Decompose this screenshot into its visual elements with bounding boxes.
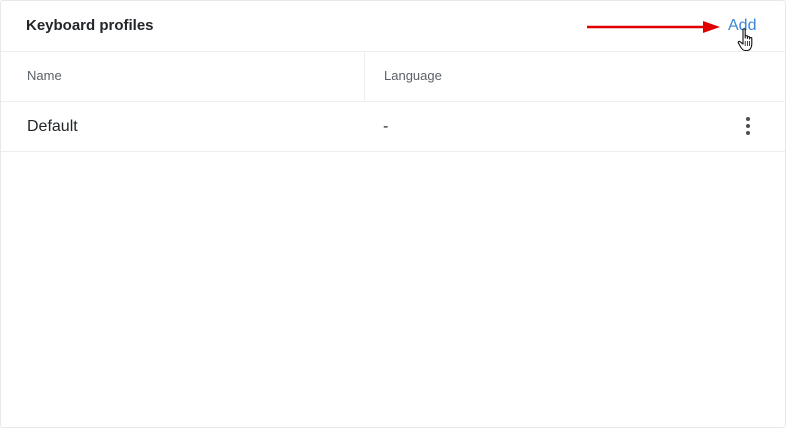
cell-name: Default	[27, 118, 78, 135]
column-header-name[interactable]: Name	[27, 68, 62, 84]
table-header: Name Language	[1, 52, 785, 102]
table-row[interactable]: Default -	[1, 102, 785, 152]
panel-title: Keyboard profiles	[26, 17, 154, 34]
red-arrow-icon	[587, 21, 720, 33]
column-divider	[364, 52, 365, 101]
keyboard-profiles-panel: Keyboard profiles Add Name Language Defa…	[0, 0, 786, 428]
column-header-language[interactable]: Language	[384, 68, 442, 84]
cell-language: -	[383, 118, 389, 135]
panel-header: Keyboard profiles Add	[1, 1, 785, 52]
kebab-menu-icon[interactable]	[739, 114, 757, 138]
hand-pointer-cursor-icon	[737, 28, 753, 52]
